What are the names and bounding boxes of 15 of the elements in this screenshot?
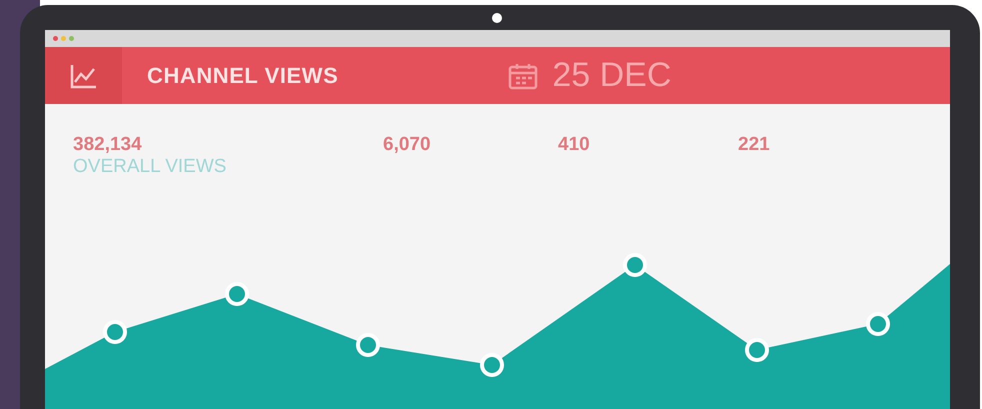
stat-value: 221 xyxy=(738,134,770,156)
chart-point xyxy=(356,333,380,357)
chart-point xyxy=(745,338,769,362)
chart-point xyxy=(623,253,647,277)
calendar-icon xyxy=(508,62,538,90)
chart-point xyxy=(866,312,890,336)
stat-label: OVERALL VIEWS xyxy=(73,156,226,178)
header-date: 25 DEC xyxy=(552,55,672,96)
stat-value: 410 xyxy=(558,134,590,156)
chart-point xyxy=(103,320,127,344)
stat-value: 6,070 xyxy=(383,134,431,156)
chart-point xyxy=(225,282,249,306)
header-title: CHANNEL VIEWS xyxy=(147,62,338,90)
stat-value: 382,134 xyxy=(73,134,142,156)
chart-point xyxy=(480,353,504,377)
